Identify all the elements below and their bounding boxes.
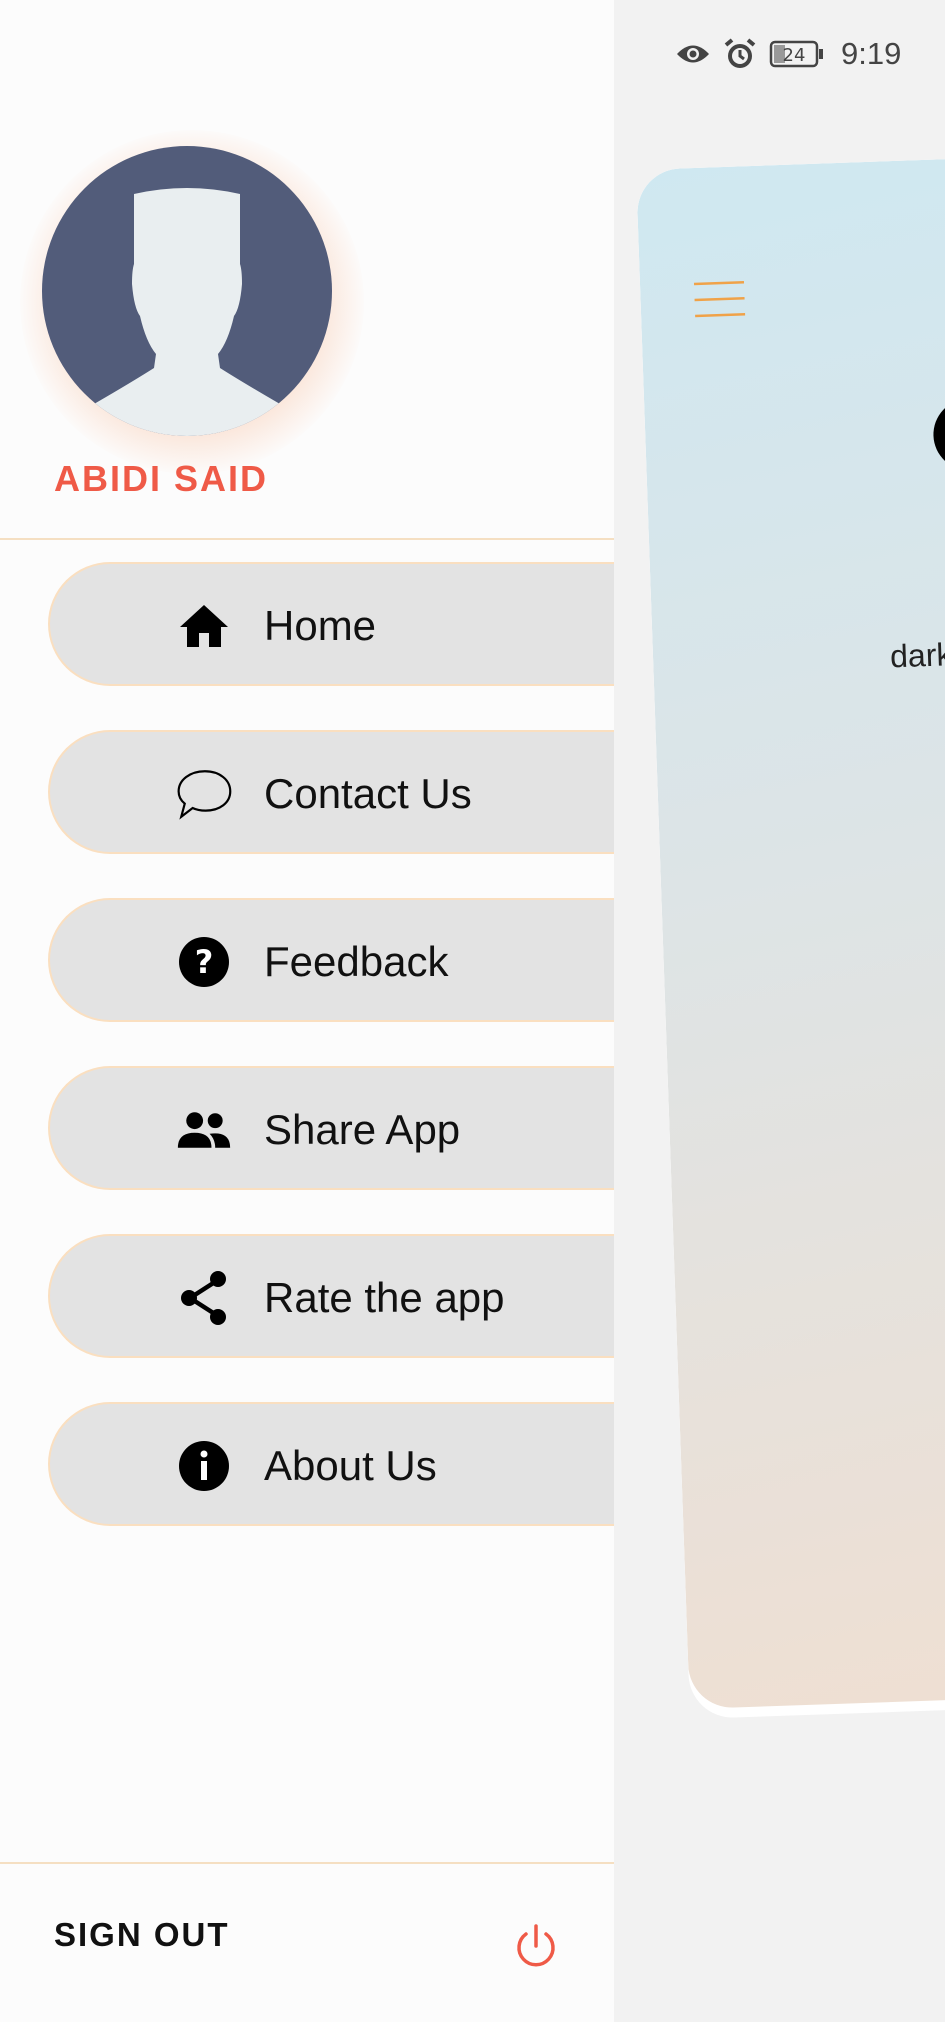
chat-bubble-icon	[176, 766, 232, 822]
status-bar-right: 24 9:19	[675, 34, 901, 74]
alarm-icon	[724, 38, 756, 68]
hamburger-menu-icon[interactable]	[692, 278, 747, 320]
avatar[interactable]	[42, 146, 332, 436]
sign-out-button[interactable]: SIGN OUT	[54, 1916, 230, 1954]
main-screen-gradient	[636, 156, 945, 1710]
svg-text:?: ?	[195, 943, 214, 981]
power-icon[interactable]	[510, 1920, 562, 1972]
share-icon	[176, 1270, 232, 1326]
battery-level: 24	[783, 45, 806, 66]
menu-item-feedback[interactable]: ? Feedback	[48, 898, 614, 1022]
menu-item-label: Rate the app	[264, 1274, 505, 1321]
home-icon	[176, 598, 232, 654]
menu-item-share-app[interactable]: Share App	[48, 1066, 614, 1190]
clock: 9:19	[841, 36, 902, 71]
info-icon	[176, 1438, 232, 1494]
menu-item-home[interactable]: Home	[48, 562, 614, 686]
theme-label: dark	[889, 636, 945, 675]
menu-item-label: About Us	[264, 1442, 437, 1489]
navigation-drawer: ABIDI SAID Home Contact Us ? Feedback Sh…	[0, 0, 614, 2022]
main-screen-preview[interactable]: dark	[636, 156, 945, 1720]
default-user-icon	[42, 146, 332, 436]
user-name: ABIDI SAID	[54, 458, 269, 499]
help-icon: ?	[176, 934, 232, 990]
battery-icon: 24	[769, 40, 823, 68]
divider	[0, 1862, 614, 1864]
menu-item-rate-the-app[interactable]: Rate the app	[48, 1234, 614, 1358]
divider	[0, 538, 614, 540]
menu-item-contact-us[interactable]: Contact Us	[48, 730, 614, 854]
menu-item-label: Contact Us	[264, 770, 472, 817]
menu-item-label: Feedback	[264, 938, 449, 985]
menu-item-about-us[interactable]: About Us	[48, 1402, 614, 1526]
people-icon	[176, 1102, 232, 1158]
menu-item-label: Share App	[264, 1106, 461, 1153]
eye-icon	[677, 45, 709, 63]
menu-item-label: Home	[264, 602, 377, 649]
